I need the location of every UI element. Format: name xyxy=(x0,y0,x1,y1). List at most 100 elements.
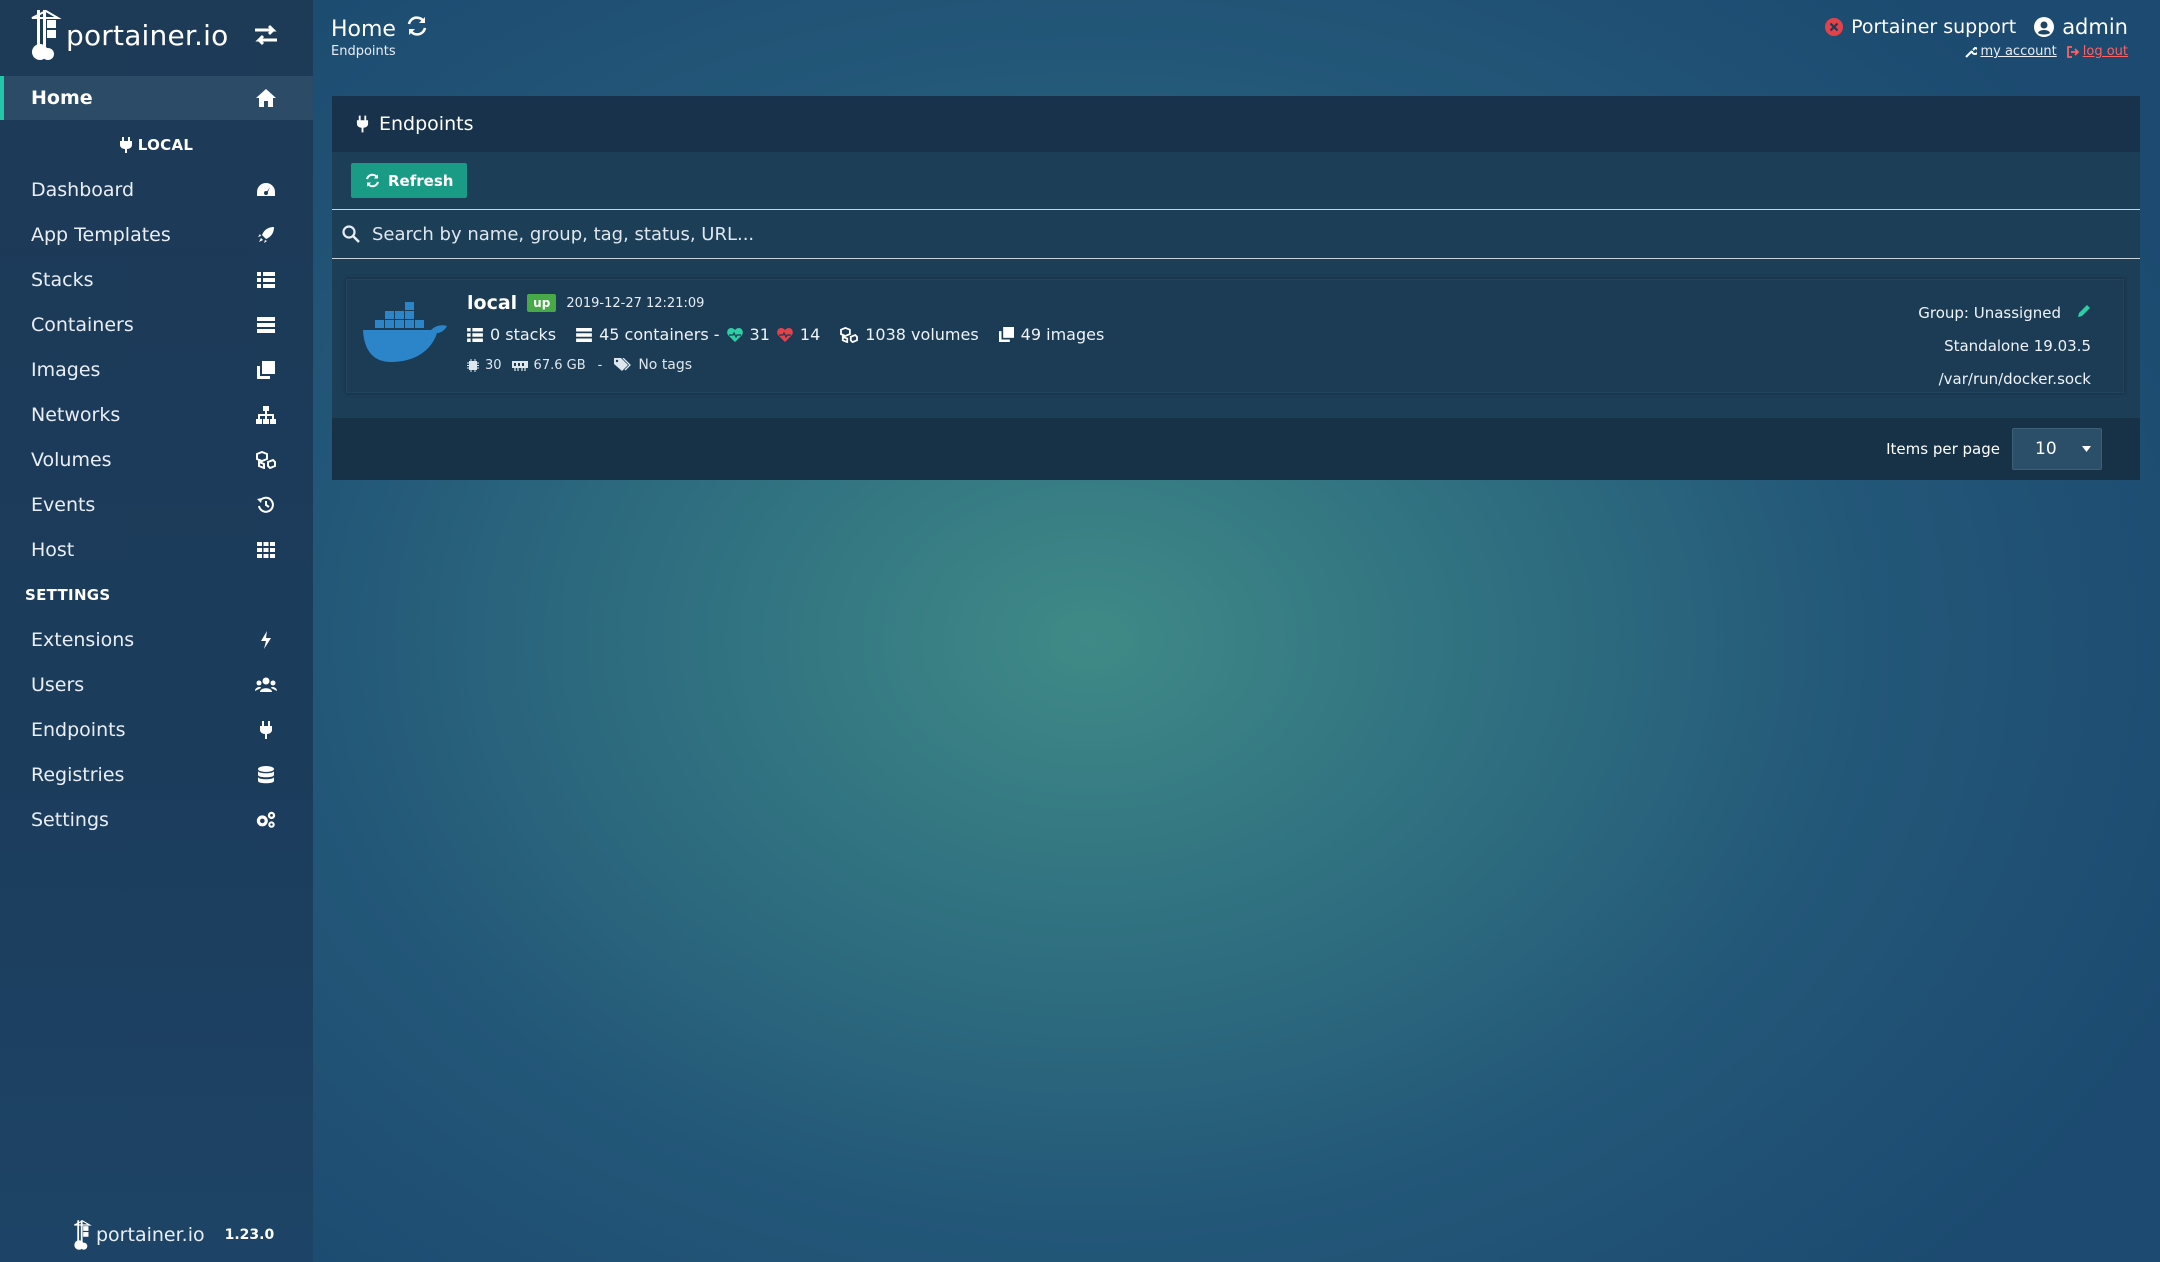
support-link[interactable]: Portainer support xyxy=(1825,16,2016,38)
refresh-button[interactable]: Refresh xyxy=(351,163,468,198)
sidebar-item-dashboard[interactable]: Dashboard xyxy=(0,167,313,212)
my-account-link[interactable]: my account xyxy=(1965,44,2057,59)
cogs-icon xyxy=(255,809,277,831)
plug-icon xyxy=(119,136,132,153)
cpu-icon xyxy=(467,358,479,372)
sidebar-item-stacks[interactable]: Stacks xyxy=(0,257,313,302)
sitemap-icon xyxy=(255,404,277,426)
cubes-icon xyxy=(255,449,277,471)
sidebar-item-label: Home xyxy=(31,87,93,109)
th-list-icon xyxy=(467,327,483,342)
items-per-page-select[interactable]: 10 xyxy=(2012,428,2102,470)
endpoint-name: local xyxy=(467,292,518,314)
header-right: Portainer support admin xyxy=(1825,15,2128,39)
memory-size: 67.6 GB xyxy=(533,357,586,373)
search-input[interactable] xyxy=(372,223,2072,245)
endpoints-widget: Endpoints Refresh local up 2019-12-27 1 xyxy=(332,96,2140,480)
sidebar-item-endpoints[interactable]: Endpoints xyxy=(0,707,313,752)
sidebar-item-app-templates[interactable]: App Templates xyxy=(0,212,313,257)
sidebar-item-events[interactable]: Events xyxy=(0,482,313,527)
sidebar-item-home[interactable]: Home xyxy=(0,76,313,120)
unhealthy-count: 14 xyxy=(799,325,821,344)
database-icon xyxy=(255,764,277,786)
endpoint-details: Group: Unassigned Standalone 19.03.5 /va… xyxy=(1918,296,2091,395)
sidebar-item-images[interactable]: Images xyxy=(0,347,313,392)
sidebar-item-settings[interactable]: Settings xyxy=(0,797,313,842)
portainer-logo-icon xyxy=(31,9,62,60)
footer-brand-name: portainer.io xyxy=(96,1224,205,1246)
endpoint-meta-row: 30 67.6 GB - No tags xyxy=(467,357,692,373)
endpoint-timestamp: 2019-12-27 12:21:09 xyxy=(566,295,705,311)
heartbeat-icon xyxy=(777,327,793,342)
endpoint-stats-row: 0 stacks 45 containers - 31 14 1038 volu… xyxy=(467,325,1118,344)
refresh-icon[interactable] xyxy=(406,15,428,43)
sidebar-item-label: Networks xyxy=(31,403,121,426)
sidebar-item-volumes[interactable]: Volumes xyxy=(0,437,313,482)
user-menu[interactable]: admin xyxy=(2034,15,2128,39)
caret-down-icon xyxy=(2082,446,2091,452)
group-row: Group: Unassigned xyxy=(1918,296,2091,329)
search-bar xyxy=(332,210,2140,259)
plug-icon xyxy=(356,115,369,133)
endpoint-url: /var/run/docker.sock xyxy=(1938,369,2091,388)
portainer-logo[interactable]: portainer.io xyxy=(28,8,228,62)
sidebar-item-label: Registries xyxy=(31,763,125,786)
sidebar-item-registries[interactable]: Registries xyxy=(0,752,313,797)
sidebar-item-label: Settings xyxy=(31,808,109,831)
sidebar-item-label: Volumes xyxy=(31,448,112,471)
sidebar-item-extensions[interactable]: Extensions xyxy=(0,617,313,662)
tachometer-icon xyxy=(255,179,277,201)
th-icon xyxy=(255,539,277,561)
items-per-page-label: Items per page xyxy=(1886,440,2000,458)
portainer-logo-icon xyxy=(74,1220,92,1250)
widget-toolbar: Refresh xyxy=(332,152,2140,210)
status-badge: up xyxy=(527,294,557,312)
log-out-link[interactable]: log out xyxy=(2066,44,2128,59)
images-stat: 49 images xyxy=(998,325,1104,344)
meta-separator: - xyxy=(597,357,603,373)
plug-icon xyxy=(255,719,277,741)
sidebar-item-label: Images xyxy=(31,358,101,381)
tags-icon xyxy=(614,358,632,371)
sign-out-icon xyxy=(2066,45,2080,58)
brand[interactable]: portainer.io xyxy=(0,0,313,70)
endpoint-tags: No tags xyxy=(638,357,693,373)
widget-header: Endpoints xyxy=(332,96,2140,152)
times-circle-icon xyxy=(1825,18,1844,36)
refresh-icon xyxy=(366,173,379,188)
users-icon xyxy=(255,674,277,696)
clone-icon xyxy=(998,327,1014,342)
version-label: 1.23.0 xyxy=(224,1227,275,1243)
sidebar-footer: portainer.io 1.23.0 xyxy=(72,1218,274,1252)
endpoint-title-row: local up 2019-12-27 12:21:09 xyxy=(467,292,704,314)
server-icon xyxy=(255,314,277,336)
header-links: my account log out xyxy=(1965,44,2128,59)
settings-section-title: SETTINGS xyxy=(25,585,111,604)
wrench-icon xyxy=(1965,46,1978,58)
bolt-icon xyxy=(255,629,277,651)
sidebar-item-host[interactable]: Host xyxy=(0,527,313,572)
sidebar-item-containers[interactable]: Containers xyxy=(0,302,313,347)
volumes-stat: 1038 volumes xyxy=(840,325,979,344)
exchange-icon[interactable] xyxy=(253,24,279,50)
breadcrumb: Endpoints xyxy=(331,44,396,59)
sidebar-item-label: Endpoints xyxy=(31,718,126,741)
engine-row: Standalone 19.03.5 xyxy=(1918,329,2091,362)
search-icon xyxy=(342,225,360,243)
th-list-icon xyxy=(255,269,277,291)
sidebar-item-label: Containers xyxy=(31,313,134,336)
clone-icon xyxy=(255,359,277,381)
containers-stat: 45 containers - 31 14 xyxy=(576,325,820,344)
page-title: Home xyxy=(331,15,428,43)
edit-icon[interactable] xyxy=(2077,304,2091,322)
server-icon xyxy=(576,327,592,342)
home-icon xyxy=(255,87,277,109)
page-header: Home Endpoints Portainer support admin m… xyxy=(313,0,2160,90)
widget-title: Endpoints xyxy=(379,113,474,135)
endpoint-card[interactable]: local up 2019-12-27 12:21:09 0 stacks 45… xyxy=(346,279,2124,393)
sidebar-item-users[interactable]: Users xyxy=(0,662,313,707)
heartbeat-icon xyxy=(726,327,743,342)
sidebar-item-networks[interactable]: Networks xyxy=(0,392,313,437)
username: admin xyxy=(2062,15,2128,39)
sidebar-item-label: Extensions xyxy=(31,628,135,651)
